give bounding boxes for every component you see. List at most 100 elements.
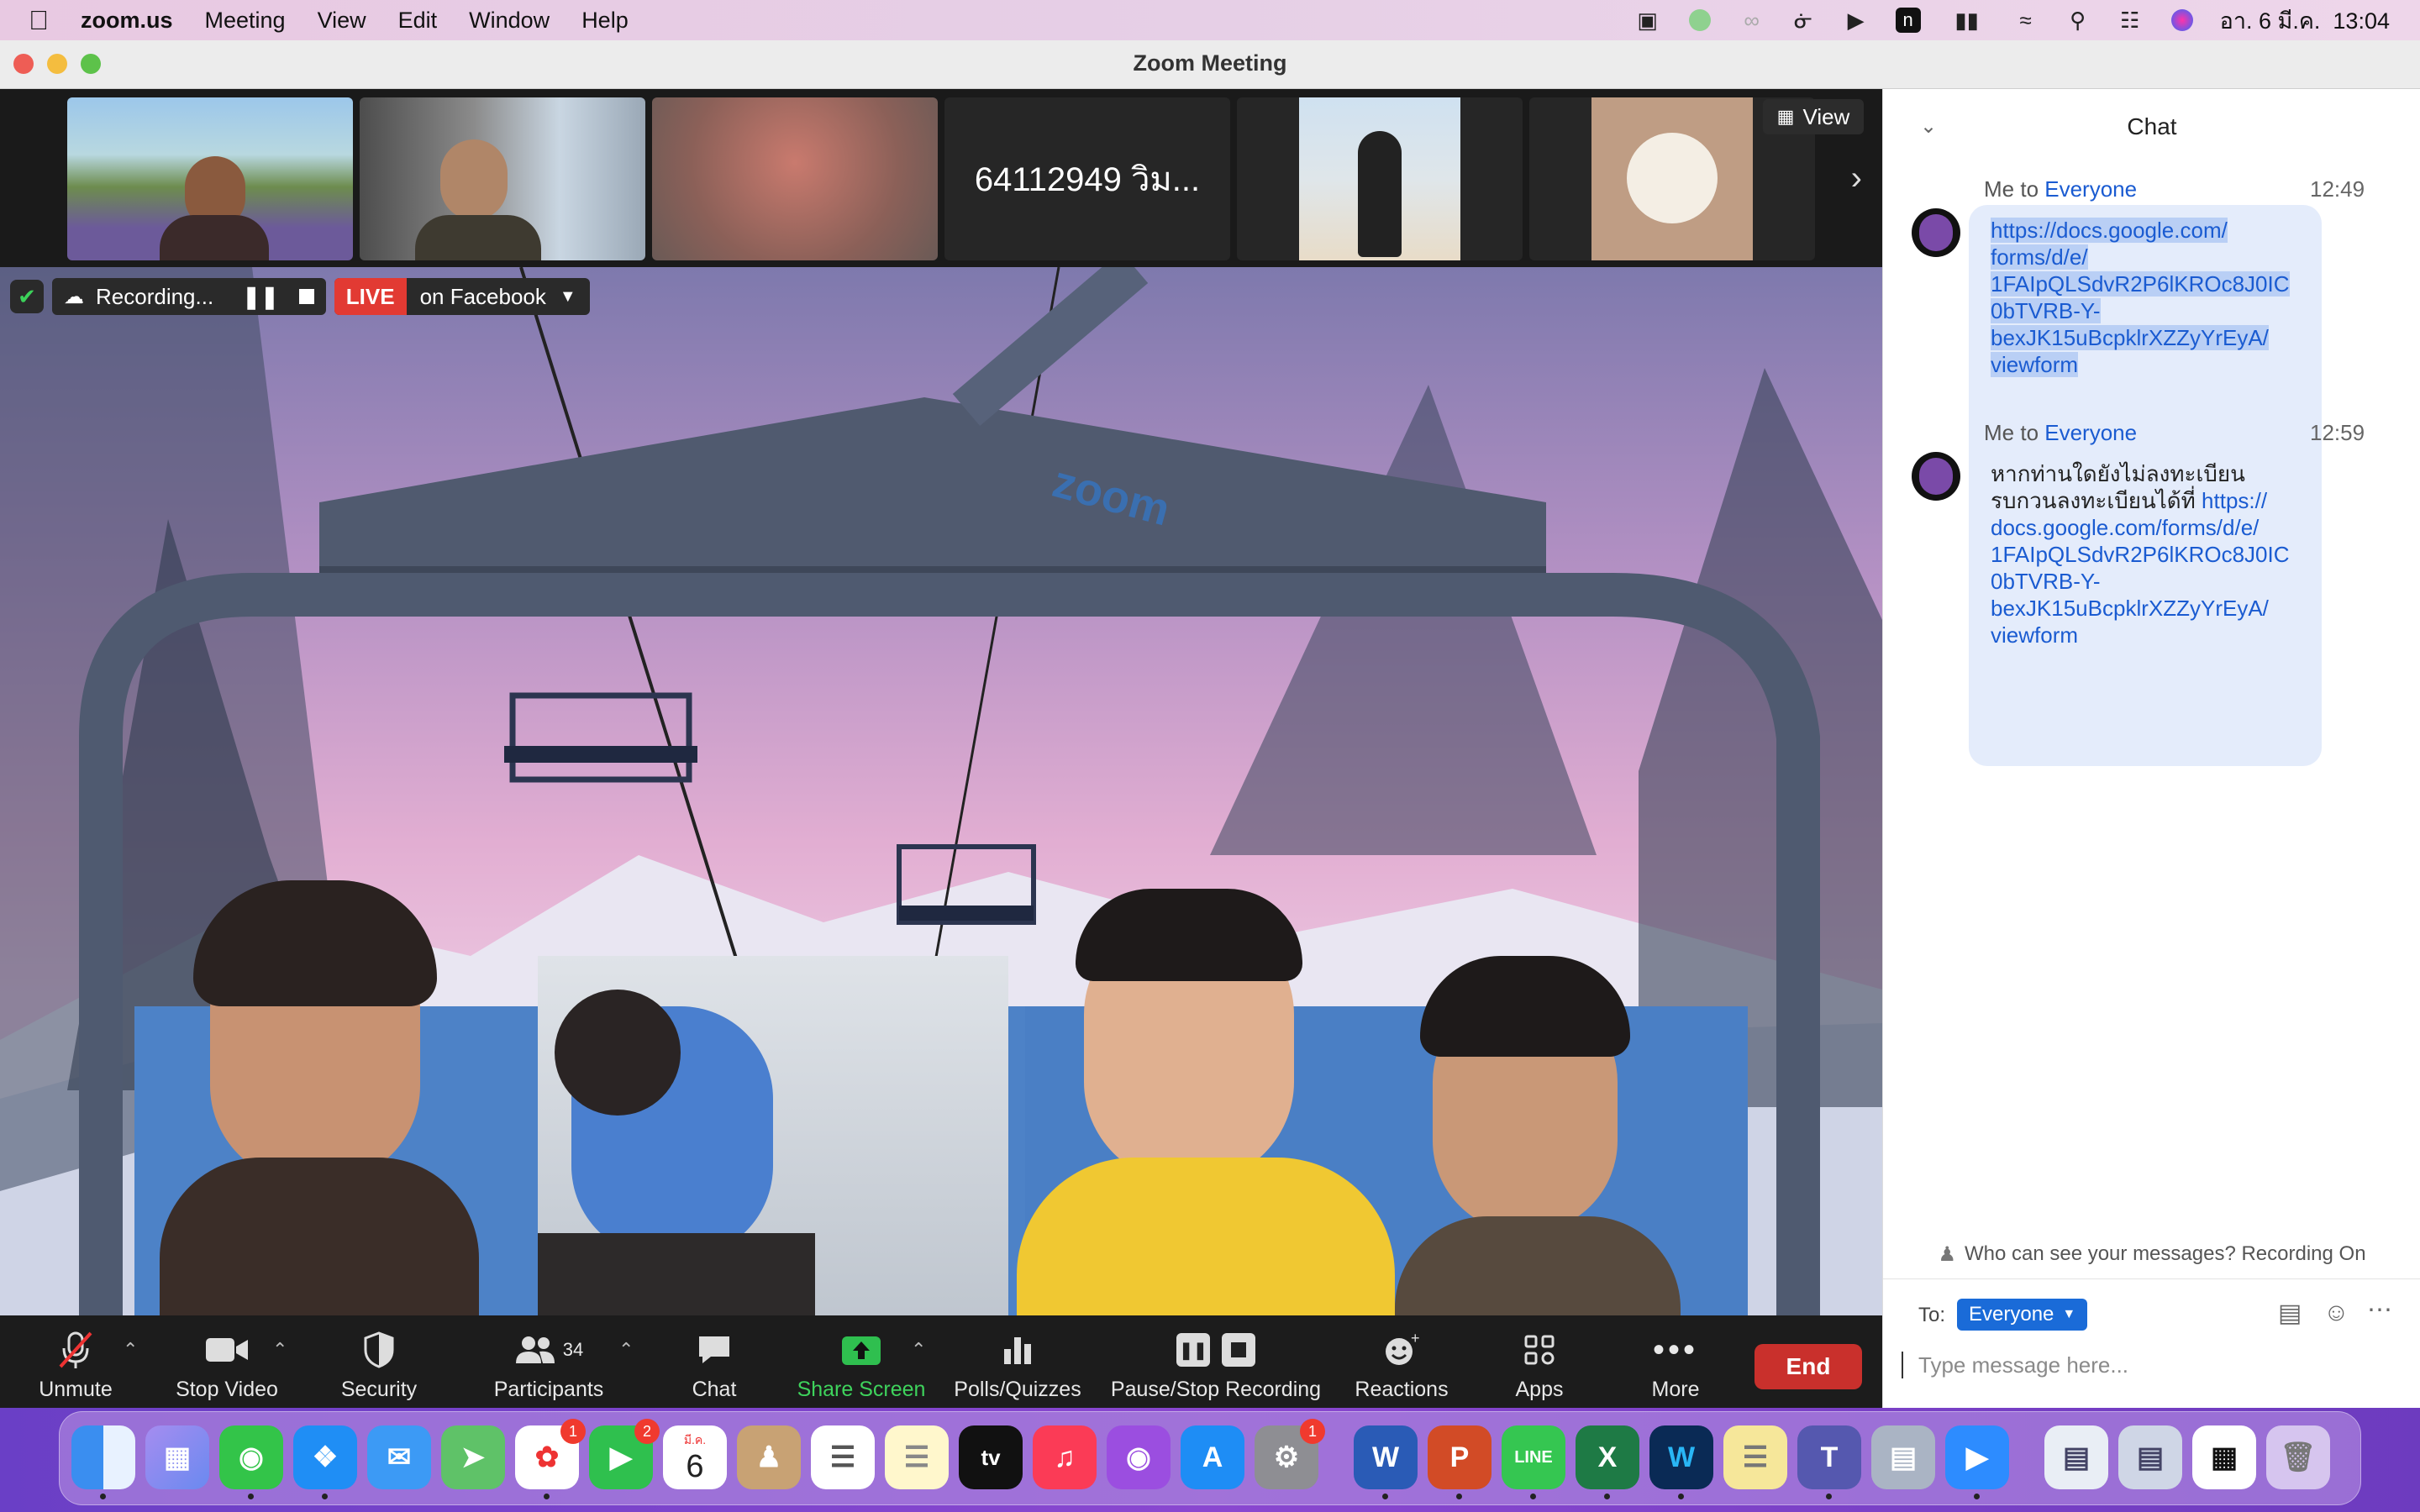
message-input[interactable]: Type message here... (1902, 1344, 2402, 1386)
screenshot-stack-icon[interactable]: ▤ (2118, 1425, 2182, 1489)
stop-recording-icon[interactable] (298, 289, 314, 304)
participants-options-chevron-icon[interactable]: ⌃ (618, 1339, 634, 1361)
menu-window[interactable]: Window (469, 8, 550, 34)
qr-code-icon[interactable]: ▦ (2192, 1425, 2256, 1489)
recording-indicator[interactable]: ☁ Recording... ❚❚ (52, 278, 326, 315)
reminders-icon[interactable]: ☰ (811, 1425, 875, 1489)
calendar-icon[interactable]: มี.ค. 6 (663, 1425, 727, 1489)
teams-icon[interactable]: T (1797, 1425, 1861, 1499)
share-options-chevron-icon[interactable]: ⌃ (911, 1339, 926, 1361)
safari-icon[interactable]: ❖ (293, 1425, 357, 1499)
message-link[interactable]: https://docs.google.com/ forms/d/e/ 1FAI… (1991, 217, 2300, 378)
participant-thumbnail-3[interactable] (652, 97, 938, 260)
line-icon[interactable]: LINE (1502, 1425, 1565, 1499)
menu-app-name[interactable]: zoom.us (81, 8, 173, 34)
apps-button[interactable]: Apps (1497, 1322, 1581, 1406)
green-status-icon[interactable] (1686, 9, 1714, 31)
message-recipient[interactable]: Everyone (2044, 420, 2137, 445)
file-icon[interactable]: ▤ (2278, 1299, 2302, 1328)
link-line[interactable]: viewform (1991, 622, 2300, 648)
chat-message-bubble[interactable]: หากท่านใดยังไม่ลงทะเบียน รบกวนลงทะเบียนไ… (1969, 449, 2322, 766)
facetime-icon[interactable]: ▶ 2 (589, 1419, 660, 1489)
trash-icon[interactable]: 🗑 (2266, 1425, 2330, 1489)
app-store-icon[interactable]: A (1181, 1425, 1244, 1489)
maps-icon[interactable]: ➤ (441, 1425, 505, 1489)
link-line[interactable]: bexJK15uBcpklrXZZyYrEyA/ (1991, 595, 2300, 622)
menu-meeting[interactable]: Meeting (205, 8, 286, 34)
finder-icon[interactable] (71, 1425, 135, 1499)
link-line[interactable]: viewform (1991, 352, 2079, 377)
control-center-icon[interactable]: ☷ (2116, 8, 2144, 33)
n-app-icon[interactable]: n (1894, 8, 1923, 33)
participant-thumbnail-5[interactable] (1237, 97, 1523, 260)
system-settings-icon[interactable]: ⚙ 1 (1255, 1419, 1325, 1489)
preview-icon[interactable]: ▤ (1871, 1425, 1935, 1489)
menu-view[interactable]: View (318, 8, 366, 34)
messages-icon[interactable]: ◉ (219, 1425, 283, 1499)
powerpoint-icon[interactable]: P (1428, 1425, 1491, 1499)
menu-help[interactable]: Help (581, 8, 629, 34)
video-options-chevron-icon[interactable]: ⌃ (272, 1339, 287, 1361)
podcasts-icon[interactable]: ◉ (1107, 1425, 1171, 1489)
link-line[interactable]: docs.google.com/forms/d/e/ (1991, 514, 2300, 541)
recipient-dropdown[interactable]: Everyone ▼ (1957, 1299, 2088, 1331)
emoji-icon[interactable]: ☺ (2323, 1299, 2349, 1327)
chat-button[interactable]: Chat (672, 1322, 756, 1406)
message-link[interactable]: https:// (2202, 488, 2267, 513)
stickies-icon[interactable]: ☰ (1723, 1425, 1787, 1489)
app-status-icon[interactable]: ∞ (1738, 8, 1766, 33)
excel-icon[interactable]: X (1576, 1425, 1639, 1499)
live-stream-indicator[interactable]: LIVE on Facebook ▼ (334, 278, 590, 315)
audio-options-chevron-icon[interactable]: ⌃ (123, 1339, 138, 1361)
message-recipient[interactable]: Everyone (2044, 176, 2137, 202)
unmute-button[interactable]: Unmute (25, 1322, 126, 1406)
bluetooth-icon[interactable]: ᓃ (1790, 8, 1818, 33)
participant-thumbnail-2[interactable] (360, 97, 645, 260)
link-line[interactable]: 1FAIpQLSdvR2P6lKROc8J0IC (1991, 271, 2290, 297)
more-button[interactable]: ••• More (1634, 1322, 1718, 1406)
message-link[interactable]: docs.google.com/forms/d/e/ 1FAIpQLSdvR2P… (1991, 514, 2300, 648)
security-button[interactable]: Security (333, 1322, 425, 1406)
participant-thumbnail-1[interactable] (67, 97, 353, 260)
menu-edit[interactable]: Edit (398, 8, 438, 34)
battery-icon[interactable]: ▮▮ (1946, 8, 1988, 33)
music-icon[interactable]: ♫ (1033, 1425, 1097, 1489)
link-line[interactable]: 0bTVRB-Y- (1991, 298, 2101, 323)
menubar-clock[interactable]: อา. 6 มี.ค. 13:04 (2220, 3, 2390, 39)
launchpad-icon[interactable]: ▦ (145, 1425, 209, 1489)
link-line[interactable]: 0bTVRB-Y- (1991, 568, 2300, 595)
zoom-status-icon[interactable]: ▣ (1634, 8, 1662, 33)
link-line[interactable]: bexJK15uBcpklrXZZyYrEyA/ (1991, 325, 2269, 350)
mail-icon[interactable]: ✉ (367, 1425, 431, 1489)
notes-icon[interactable]: ☰ (885, 1425, 949, 1489)
end-meeting-button[interactable]: End (1754, 1344, 1862, 1389)
word-icon[interactable]: W (1354, 1425, 1418, 1499)
reactions-button[interactable]: + Reactions (1351, 1322, 1452, 1406)
siri-icon[interactable] (2168, 9, 2196, 31)
link-line[interactable]: https://docs.google.com/ (1991, 218, 2228, 243)
apple-menu-icon[interactable]:  (29, 5, 49, 36)
pause-recording-icon[interactable]: ❚❚ (242, 284, 279, 310)
webex-icon[interactable]: W (1649, 1425, 1713, 1499)
apple-tv-icon[interactable]: tv (959, 1425, 1023, 1489)
participants-button[interactable]: 34 Participants (486, 1322, 612, 1406)
next-page-chevron-icon[interactable]: › (1851, 160, 1862, 197)
zoom-icon[interactable]: ▶ (1945, 1425, 2009, 1499)
share-screen-button[interactable]: Share Screen (790, 1322, 933, 1406)
link-line[interactable]: 1FAIpQLSdvR2P6lKROc8J0IC (1991, 541, 2300, 568)
photos-icon[interactable]: ✿ 1 (515, 1419, 586, 1499)
contacts-icon[interactable]: ♟ (737, 1425, 801, 1489)
who-can-see-notice[interactable]: ♟ Who can see your messages? Recording O… (1883, 1233, 2420, 1275)
screenshot-stack-icon[interactable]: ▤ (2044, 1425, 2108, 1489)
more-options-icon[interactable]: ⋯ (2367, 1295, 2392, 1325)
encryption-shield-icon[interactable]: ✔ (10, 280, 44, 313)
pause-stop-recording-button[interactable]: ❚❚ Pause/Stop Recording (1104, 1322, 1328, 1406)
spotlight-search-icon[interactable]: ⚲ (2064, 8, 2092, 33)
collapse-chevron-icon[interactable]: ⌄ (1920, 114, 1937, 139)
link-line[interactable]: forms/d/e/ (1991, 244, 2088, 270)
play-icon[interactable]: ▶ (1842, 8, 1870, 33)
stop-video-button[interactable]: Stop Video (168, 1322, 286, 1406)
wifi-icon[interactable]: ≈ (2012, 8, 2040, 33)
view-button[interactable]: ▦ View (1763, 99, 1864, 134)
polls-quizzes-button[interactable]: Polls/Quizzes (950, 1322, 1086, 1406)
